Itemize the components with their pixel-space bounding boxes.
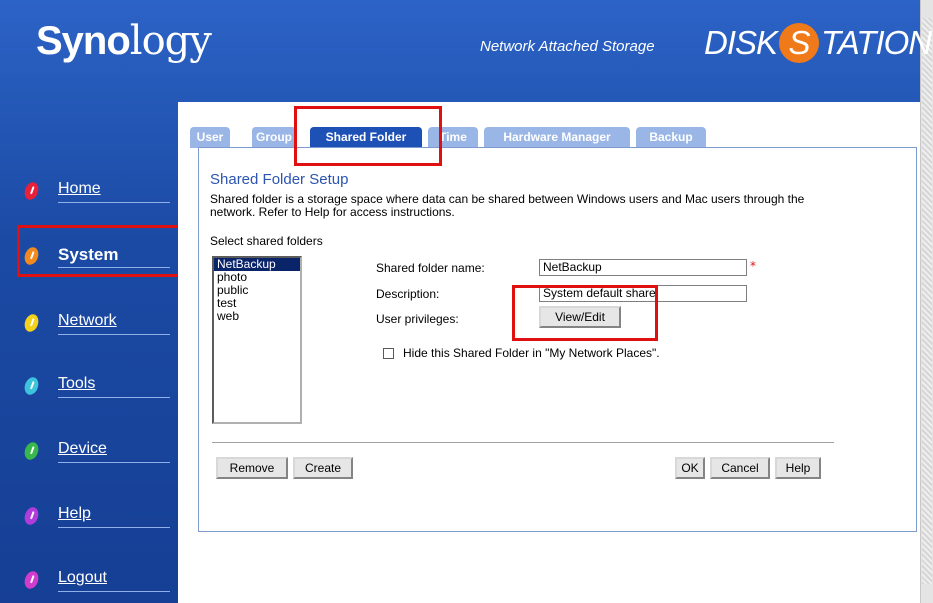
section-description: Shared folder is a storage space where d… (210, 192, 805, 219)
highlight-box-view-edit (512, 285, 658, 341)
divider (212, 442, 834, 443)
nav-underline (58, 202, 170, 203)
help-icon (22, 505, 41, 527)
name-label: Shared folder name: (376, 261, 485, 275)
diskstation-logo: DISK S TATION (704, 23, 932, 63)
tab-user-front[interactable]: User (190, 127, 230, 148)
nav-label-network[interactable]: Network (58, 312, 117, 330)
required-mark: * (750, 259, 756, 273)
help-button[interactable]: Help (775, 457, 821, 479)
vertical-scrollbar[interactable] (920, 0, 933, 603)
section-title: Shared Folder Setup (210, 171, 349, 188)
nav-item-device[interactable]: Device (22, 438, 172, 468)
description-label: Description: (376, 287, 440, 301)
nav-underline (58, 591, 170, 592)
shared-folder-list[interactable]: NetBackup photo public test web (212, 256, 302, 424)
privileges-label: User privileges: (376, 312, 459, 326)
remove-button[interactable]: Remove (216, 457, 288, 479)
nav-underline (58, 334, 170, 335)
nav-underline (58, 527, 170, 528)
tab-hardware-manager[interactable]: Hardware Manager (484, 127, 630, 148)
scrollbar-thumb[interactable] (922, 18, 932, 584)
nav-underline (58, 462, 170, 463)
nav-underline (58, 397, 170, 398)
nav-label-help[interactable]: Help (58, 505, 91, 523)
hide-folder-label: Hide this Shared Folder in "My Network P… (403, 346, 660, 360)
tools-icon (22, 375, 41, 397)
nav-item-tools[interactable]: Tools (22, 373, 172, 403)
nav-item-help[interactable]: Help (22, 503, 172, 533)
list-item[interactable]: web (214, 310, 300, 323)
nav-label-home[interactable]: Home (58, 180, 101, 198)
nav-label-logout[interactable]: Logout (58, 569, 107, 587)
network-icon (22, 312, 41, 334)
highlight-box-system (17, 225, 184, 277)
cancel-button[interactable]: Cancel (710, 457, 770, 479)
device-icon (22, 440, 41, 462)
logout-icon (22, 569, 41, 591)
highlight-box-shared-folder-tab (294, 106, 442, 166)
nav-label-tools[interactable]: Tools (58, 375, 95, 393)
select-label: Select shared folders (210, 234, 323, 248)
hide-folder-checkbox[interactable] (383, 348, 394, 359)
home-icon (22, 180, 41, 202)
nav-item-logout[interactable]: Logout (22, 567, 172, 597)
tab-backup[interactable]: Backup (636, 127, 706, 148)
synology-logo: Synology (36, 18, 212, 64)
ok-button[interactable]: OK (675, 457, 705, 479)
nav-label-device[interactable]: Device (58, 440, 107, 458)
create-button[interactable]: Create (293, 457, 353, 479)
shared-folder-name-input[interactable]: NetBackup (539, 259, 747, 276)
nav-item-home[interactable]: Home (22, 178, 172, 208)
tab-group-front[interactable]: Group (252, 127, 296, 148)
nav-item-network[interactable]: Network (22, 310, 172, 340)
tagline: Network Attached Storage (480, 38, 655, 55)
